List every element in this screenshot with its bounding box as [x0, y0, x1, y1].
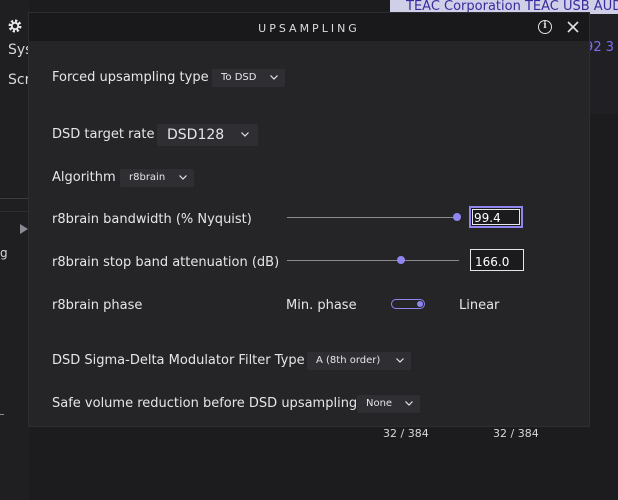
modulator-value: A (8th order) — [316, 355, 381, 366]
dialog-header: UPSAMPLING i — [29, 13, 589, 41]
bandwidth-slider-thumb[interactable] — [453, 213, 462, 221]
chevron-down-icon — [241, 132, 249, 137]
target-rate-value: DSD128 — [167, 127, 225, 143]
forced-type-label: Forced upsampling type — [52, 70, 209, 85]
chevron-down-icon — [179, 175, 187, 180]
sidebar-tick — [0, 414, 4, 415]
stopband-slider[interactable] — [287, 260, 459, 261]
sidebar-divider — [0, 198, 30, 199]
volume-label: Safe volume reduction before DSD upsampl… — [52, 396, 358, 411]
phase-option-linear[interactable]: Linear — [459, 298, 499, 313]
phase-label: r8brain phase — [52, 298, 143, 313]
upsampling-dialog: UPSAMPLING i Forced upsampling type To D… — [29, 13, 589, 426]
bandwidth-input[interactable] — [469, 206, 523, 228]
phase-toggle[interactable] — [391, 299, 425, 309]
stopband-slider-thumb[interactable] — [396, 256, 405, 264]
forced-type-select[interactable]: To DSD — [212, 69, 285, 87]
chevron-down-icon — [270, 75, 278, 80]
chevron-down-icon — [405, 401, 413, 406]
volume-select[interactable]: None — [357, 395, 420, 413]
modulator-select[interactable]: A (8th order) — [307, 352, 411, 370]
volume-value: None — [366, 398, 393, 409]
bandwidth-slider[interactable] — [287, 217, 459, 218]
dialog-title: UPSAMPLING — [258, 22, 360, 35]
sidebar-item-partial[interactable]: g — [0, 246, 8, 260]
target-rate-label: DSD target rate — [52, 127, 155, 142]
algorithm-label: Algorithm — [52, 170, 116, 185]
target-rate-select[interactable]: DSD128 — [157, 124, 258, 146]
chevron-down-icon — [396, 358, 404, 363]
stopband-label: r8brain stop band attenuation (dB) — [52, 255, 280, 270]
column-value: 32 / 384 — [383, 427, 429, 440]
stopband-input[interactable] — [470, 249, 524, 271]
phase-toggle-knob — [417, 301, 423, 307]
phase-option-min[interactable]: Min. phase — [286, 298, 357, 313]
close-icon[interactable] — [566, 20, 580, 34]
sidebar-item-screen[interactable]: Scr — [8, 72, 30, 88]
bandwidth-label: r8brain bandwidth (% Nyquist) — [52, 212, 252, 227]
sidebar-divider — [0, 211, 30, 212]
modulator-label: DSD Sigma-Delta Modulator Filter Type — [52, 353, 305, 368]
algorithm-value: r8brain — [129, 172, 166, 183]
play-icon[interactable] — [20, 224, 28, 234]
algorithm-select[interactable]: r8brain — [120, 169, 194, 187]
background-panel — [588, 14, 618, 114]
gear-icon[interactable] — [7, 18, 23, 34]
column-value: 32 / 384 — [493, 427, 539, 440]
info-icon[interactable]: i — [538, 20, 552, 34]
forced-type-value: To DSD — [221, 72, 257, 83]
audio-device-label[interactable]: TEAC Corporation TEAC USB AUD — [390, 0, 618, 14]
